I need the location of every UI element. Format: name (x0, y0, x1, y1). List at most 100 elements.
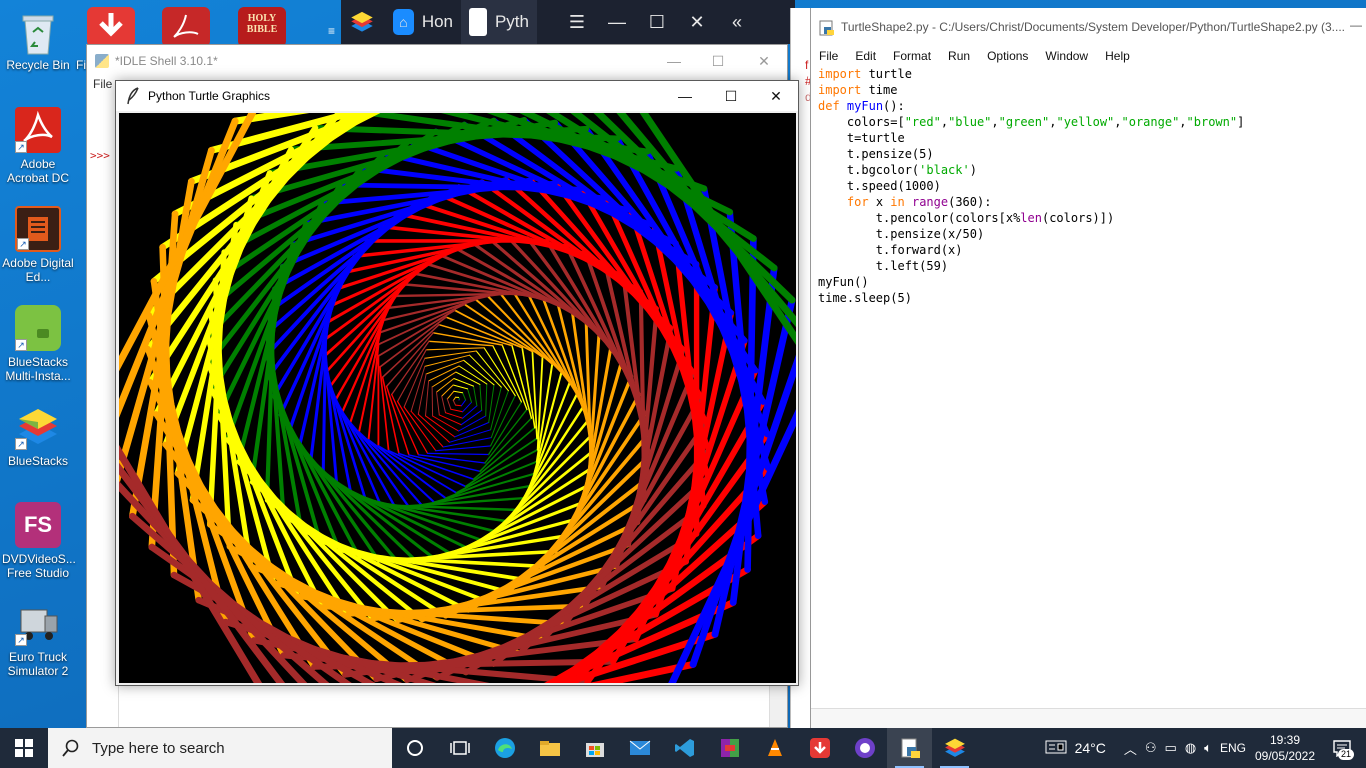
menu-help[interactable]: Help (1105, 49, 1130, 63)
maximize-icon[interactable]: ☐ (695, 45, 741, 77)
spiral-segment (485, 383, 488, 417)
spiral-segment (424, 350, 477, 359)
turtle-canvas[interactable] (119, 113, 796, 683)
vlc-icon[interactable] (752, 728, 797, 768)
bluestacks-taskbar-icon[interactable] (932, 728, 977, 768)
microsoft-store-icon[interactable] (572, 728, 617, 768)
code-line: time.sleep(5) (818, 291, 912, 305)
menu-options[interactable]: Options (987, 49, 1028, 63)
cortana-icon[interactable] (392, 728, 437, 768)
edge-icon[interactable] (482, 728, 527, 768)
taskbar-search[interactable]: Type here to search (48, 728, 392, 768)
task-view-icon[interactable] (437, 728, 482, 768)
desktop-icon-label: DVDVideoS... Free Studio (2, 552, 76, 580)
spiral-segment (450, 408, 464, 413)
spiral-segment (452, 384, 469, 390)
dvdvideosoft-icon: FS (15, 502, 61, 548)
network-icon[interactable]: ◍ (1185, 740, 1196, 756)
close-icon[interactable]: ✕ (677, 12, 717, 33)
editor-window: TurtleShape2.py - C:/Users/Christ/Docume… (810, 8, 1366, 728)
download-app-icon[interactable] (87, 7, 135, 47)
maximize-icon[interactable]: ☐ (708, 81, 754, 111)
desktop-icon-label: Recycle Bin (6, 58, 70, 72)
taskbar: Type here to search 24°C ︿ ⚇ ▭ ◍ 🔈︎ ENG … (0, 728, 1366, 768)
spiral-segment (452, 396, 457, 401)
spiral-segment (446, 398, 452, 410)
desktop-icon-digital-editions[interactable]: ↗ Adobe Digital Ed... (2, 206, 74, 284)
maximize-icon[interactable]: ☐ (637, 12, 677, 33)
shortcut-arrow-icon: ↗ (17, 238, 29, 250)
turtle-window-title: Python Turtle Graphics (148, 89, 271, 103)
clock-date: 09/05/2022 (1254, 749, 1316, 763)
github-desktop-icon[interactable] (842, 728, 887, 768)
close-icon[interactable]: ✕ (753, 81, 799, 111)
weather-icon[interactable] (1045, 739, 1067, 758)
holy-bible-app-icon[interactable]: HOLY BIBLE (238, 7, 286, 47)
spiral-segment (403, 406, 437, 452)
code-editor[interactable]: import turtle import time def myFun(): col… (818, 66, 1244, 306)
spiral-segment (460, 409, 483, 426)
spiral-segment (436, 378, 455, 393)
code-line: import turtle (818, 67, 912, 81)
minimize-icon[interactable]: — (1350, 18, 1362, 32)
start-button[interactable] (0, 728, 48, 768)
notification-center-button[interactable]: 21 (1324, 728, 1360, 768)
close-icon[interactable]: ✕ (741, 45, 787, 77)
mail-icon[interactable] (617, 728, 662, 768)
turtle-titlebar[interactable]: Python Turtle Graphics — ☐ ✕ (116, 81, 798, 111)
shortcut-arrow-icon: ↗ (15, 141, 27, 153)
desktop-icon-acrobat[interactable]: ↗ Adobe Acrobat DC (2, 107, 74, 185)
spiral-segment (417, 373, 427, 415)
minimize-icon[interactable]: — (662, 81, 708, 111)
bluestacks-tab-python[interactable]: Pyth (461, 0, 537, 44)
bluestacks-tab-label: Hon (421, 12, 453, 31)
winrar-icon[interactable] (707, 728, 752, 768)
code-line: colors=["red","blue","green","yellow","o… (818, 115, 1245, 129)
spiral-segment (397, 400, 429, 454)
minimize-icon[interactable]: — (597, 12, 637, 33)
desktop-icon-label: Adobe Acrobat DC (6, 157, 70, 185)
language-indicator[interactable]: ENG (1220, 741, 1246, 755)
hamburger-menu-icon[interactable]: ☰ (557, 12, 597, 33)
spiral-segment (455, 404, 462, 407)
code-line: t.speed(1000) (818, 179, 941, 193)
chevron-up-icon[interactable]: ︿ (1124, 739, 1137, 758)
spiral-segment (379, 298, 477, 334)
menu-window[interactable]: Window (1045, 49, 1088, 63)
desktop-icon-label: BlueStacks Multi-Insta... (5, 355, 71, 383)
clock[interactable]: 19:39 09/05/2022 (1254, 732, 1316, 764)
spiral-segment (455, 371, 481, 385)
vscode-icon[interactable] (662, 728, 707, 768)
menu-file[interactable]: File (93, 77, 112, 91)
desktop-icon-bluestacks[interactable]: ↗ BlueStacks (2, 404, 74, 468)
bluestacks-logo[interactable] (341, 0, 385, 44)
desktop-icon-recycle-bin[interactable]: Recycle Bin (2, 8, 74, 72)
menu-format[interactable]: Format (893, 49, 931, 63)
python-idle-taskbar-icon[interactable] (887, 728, 932, 768)
menu-run[interactable]: Run (948, 49, 970, 63)
spiral-segment (425, 359, 465, 375)
menu-file[interactable]: File (819, 49, 838, 63)
spiral-segment (357, 331, 382, 434)
desktop-icon-euro-truck[interactable]: ↗ Euro Truck Simulator 2 (2, 600, 74, 678)
editor-titlebar[interactable]: TurtleShape2.py - C:/Users/Christ/Docume… (811, 8, 1366, 46)
desktop-icon-dvdvideosoft[interactable]: FS DVDVideoS... Free Studio (2, 502, 76, 580)
turtle-graphics-window: Python Turtle Graphics — ☐ ✕ (115, 80, 799, 686)
spiral-segment (488, 384, 495, 423)
spiral-segment (462, 401, 472, 413)
collapse-sidebar-icon[interactable]: « (717, 12, 757, 33)
download-manager-icon[interactable] (797, 728, 842, 768)
volume-icon[interactable]: 🔈︎ (1204, 740, 1212, 756)
menu-edit[interactable]: Edit (855, 49, 876, 63)
weather-temperature[interactable]: 24°C (1075, 740, 1106, 756)
idle-shell-titlebar[interactable]: *IDLE Shell 3.10.1* — ☐ ✕ (87, 45, 787, 77)
desktop-icon-bluestacks-multi[interactable]: ↗ BlueStacks Multi-Insta... (2, 305, 74, 383)
battery-icon[interactable]: ▭ (1165, 740, 1177, 756)
minimize-icon[interactable]: — (651, 45, 697, 77)
pdf-app-icon[interactable] (162, 7, 210, 47)
people-icon[interactable]: ⚇ (1145, 740, 1157, 756)
file-explorer-icon[interactable] (527, 728, 572, 768)
spiral-segment (381, 323, 440, 378)
bluestacks-tab-home[interactable]: ⌂ Hon (385, 0, 461, 44)
spiral-segment (469, 354, 502, 388)
